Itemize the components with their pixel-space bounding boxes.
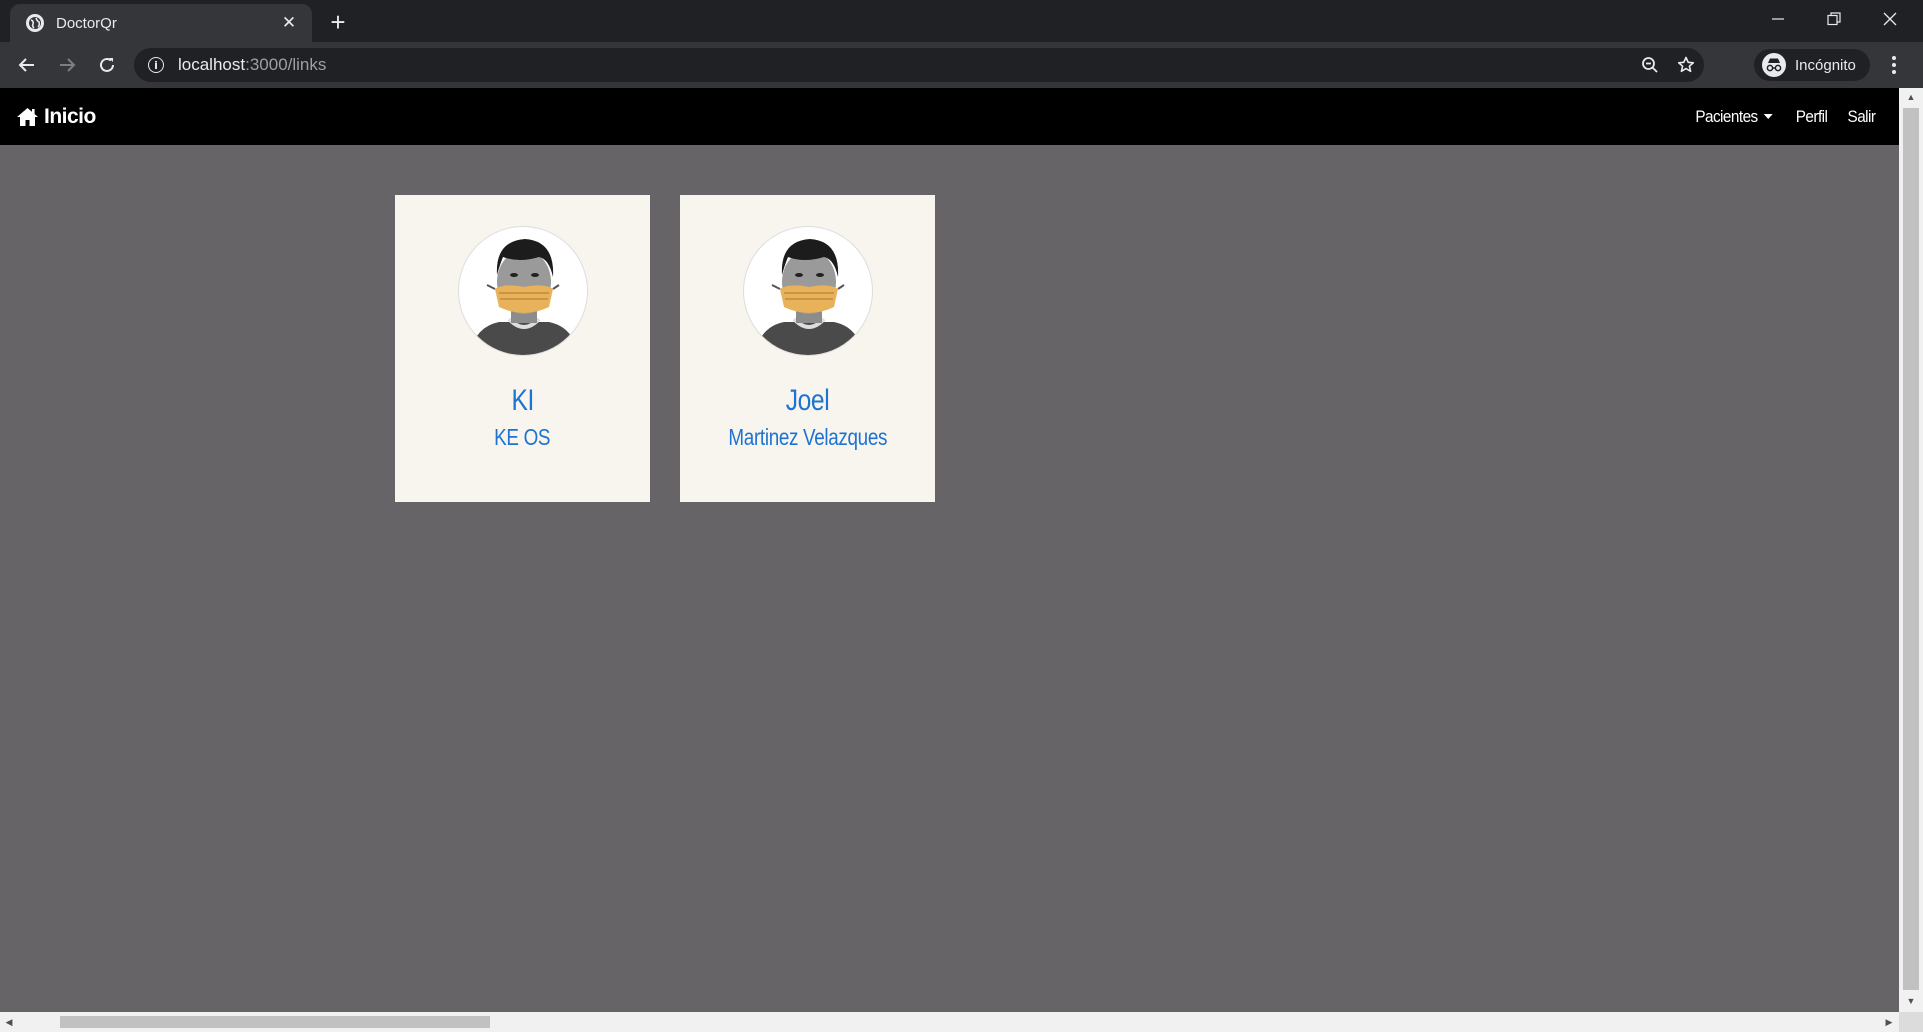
caret-down-icon: [1763, 114, 1773, 119]
page-viewport: Inicio Pacientes Perfil Salir KI KE OS J…: [0, 88, 1923, 1032]
scroll-up-icon[interactable]: ▲: [1899, 88, 1923, 106]
patient-avatar: [742, 226, 873, 356]
tab-title: DoctorQr: [56, 14, 117, 32]
site-navbar: Inicio Pacientes Perfil Salir: [0, 88, 1899, 145]
patient-last-name: KE OS: [494, 424, 551, 450]
bookmark-star-icon[interactable]: [1668, 48, 1704, 82]
vertical-scroll-thumb[interactable]: [1903, 108, 1919, 990]
incognito-label: Incógnito: [1795, 56, 1856, 74]
patient-first-name: KI: [511, 384, 534, 417]
address-bar-actions: [1632, 48, 1704, 82]
browser-menu-icon[interactable]: [1878, 49, 1910, 81]
browser-toolbar: i localhost:3000/links Incógnito: [0, 42, 1923, 88]
nav-salir-label: Salir: [1847, 106, 1876, 126]
nav-perfil-label: Perfil: [1795, 106, 1828, 126]
minimize-window-button[interactable]: [1750, 0, 1806, 38]
reload-icon[interactable]: [91, 49, 123, 81]
nav-pacientes-dropdown[interactable]: Pacientes: [1695, 107, 1773, 127]
horizontal-scrollbar[interactable]: ◀ ▶: [0, 1012, 1899, 1032]
url-host: localhost: [178, 55, 246, 74]
zoom-icon[interactable]: [1632, 48, 1668, 82]
nav-salir-link[interactable]: Salir: [1848, 107, 1876, 127]
patient-cards: KI KE OS Joel Martinez Velazques: [395, 195, 935, 502]
incognito-icon: [1762, 53, 1786, 77]
scroll-down-icon[interactable]: ▼: [1899, 992, 1923, 1010]
incognito-profile-button[interactable]: Incógnito: [1754, 49, 1870, 81]
patient-card[interactable]: KI KE OS: [395, 195, 650, 502]
close-window-button[interactable]: [1862, 0, 1918, 38]
home-link[interactable]: Inicio: [16, 105, 96, 129]
new-tab-button[interactable]: +: [324, 7, 352, 37]
vertical-scrollbar[interactable]: ▲ ▼: [1899, 88, 1923, 1012]
restore-window-button[interactable]: [1806, 0, 1862, 38]
browser-tab[interactable]: DoctorQr ✕: [10, 4, 312, 42]
nav-pacientes-label: Pacientes: [1694, 106, 1758, 126]
nav-perfil-link[interactable]: Perfil: [1796, 107, 1828, 127]
nav-links: Pacientes Perfil Salir: [1691, 88, 1877, 145]
patient-card[interactable]: Joel Martinez Velazques: [680, 195, 935, 502]
close-tab-icon[interactable]: ✕: [278, 12, 300, 34]
back-icon[interactable]: [11, 49, 43, 81]
site-info-icon[interactable]: i: [148, 57, 164, 73]
brand-label: Inicio: [44, 104, 96, 128]
patient-first-name: Joel: [785, 384, 830, 417]
address-bar[interactable]: i localhost:3000/links: [134, 48, 1704, 82]
globe-icon: [26, 14, 44, 32]
scrollbar-corner: [1899, 1012, 1923, 1032]
url-path: :3000/links: [245, 55, 327, 74]
scroll-right-icon[interactable]: ▶: [1880, 1013, 1898, 1031]
masked-person-icon: [468, 239, 579, 355]
horizontal-scroll-thumb[interactable]: [60, 1016, 490, 1028]
home-icon: [17, 107, 38, 126]
forward-icon[interactable]: [51, 49, 83, 81]
patient-avatar: [457, 226, 588, 356]
browser-tabstrip: DoctorQr ✕ +: [0, 0, 1923, 42]
masked-person-icon: [753, 239, 864, 355]
scroll-left-icon[interactable]: ◀: [0, 1013, 18, 1031]
patient-last-name: Martinez Velazques: [728, 424, 887, 450]
